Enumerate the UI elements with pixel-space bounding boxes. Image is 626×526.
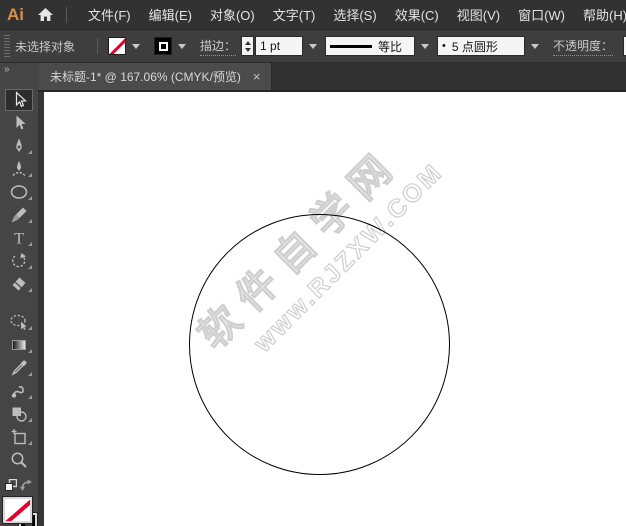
gradient-icon bbox=[10, 336, 28, 354]
chevron-down-icon bbox=[421, 44, 429, 49]
curvature-tool[interactable] bbox=[0, 157, 38, 180]
chevron-down-icon bbox=[531, 44, 539, 49]
chevron-down-icon bbox=[309, 44, 317, 49]
shape-builder-tool[interactable] bbox=[0, 402, 38, 425]
width-profile-value: 等比 bbox=[378, 38, 402, 55]
menu-view[interactable]: 视图(V) bbox=[448, 0, 509, 30]
shape-builder-icon bbox=[10, 405, 28, 423]
menu-object[interactable]: 对象(O) bbox=[201, 0, 264, 30]
eraser-icon bbox=[10, 275, 28, 293]
fill-dropdown-button[interactable] bbox=[128, 36, 144, 56]
selection-tool[interactable] bbox=[0, 88, 38, 111]
stroke-weight-input[interactable]: 1 pt bbox=[255, 36, 303, 56]
stroke-weight-label[interactable]: 描边： bbox=[200, 37, 236, 56]
stroke-weight-dropdown-button[interactable] bbox=[305, 36, 321, 56]
stroke-weight-stepper[interactable] bbox=[241, 36, 254, 56]
menu-window[interactable]: 窗口(W) bbox=[509, 0, 574, 30]
brush-definition-select[interactable]: • 5 点圆形 bbox=[437, 36, 525, 56]
paintbrush-tool[interactable] bbox=[0, 203, 38, 226]
eraser-tool[interactable] bbox=[0, 272, 38, 295]
paintbrush-icon bbox=[10, 206, 28, 224]
direct-selection-arrow-icon bbox=[10, 114, 28, 132]
eyedropper-tool[interactable] bbox=[0, 356, 38, 379]
lasso-selection-icon bbox=[9, 313, 29, 331]
default-fill-stroke-icon[interactable] bbox=[5, 479, 17, 491]
brush-dropdown-button[interactable] bbox=[527, 36, 543, 56]
no-fill-icon bbox=[109, 37, 126, 55]
fill-stroke-indicator bbox=[0, 493, 38, 526]
svg-text:T: T bbox=[14, 230, 24, 247]
brush-definition-value: 5 点圆形 bbox=[452, 38, 498, 55]
artboard-tool[interactable] bbox=[0, 425, 38, 448]
menubar-separator bbox=[66, 7, 67, 23]
eyedropper-icon bbox=[10, 359, 28, 377]
opacity-label[interactable]: 不透明度： bbox=[553, 37, 613, 56]
gradient-tool[interactable] bbox=[0, 333, 38, 356]
direct-selection-tool[interactable] bbox=[0, 111, 38, 134]
lasso-tool[interactable] bbox=[0, 310, 38, 333]
type-icon: T bbox=[10, 229, 28, 247]
fill-proxy-swatch[interactable] bbox=[3, 497, 32, 523]
pen-nib-icon bbox=[10, 137, 28, 155]
menu-help[interactable]: 帮助(H) bbox=[574, 0, 626, 30]
curvature-pen-icon bbox=[10, 160, 28, 178]
menu-file[interactable]: 文件(F) bbox=[79, 0, 140, 30]
controlbar-separator bbox=[97, 38, 98, 54]
swap-fill-stroke-icon[interactable] bbox=[20, 479, 33, 492]
artboard-canvas[interactable]: 软件自学网 www.RJZXW.COM bbox=[44, 92, 626, 526]
no-fill-icon bbox=[3, 497, 32, 523]
width-profile-dropdown-button[interactable] bbox=[417, 36, 433, 56]
app-logo: Ai bbox=[7, 5, 24, 25]
chevron-down-icon bbox=[178, 44, 186, 49]
control-bar: 未选择对象 描边： 1 pt 等比 • 5 点圆形 不透明度： 100% bbox=[0, 30, 626, 63]
stepper-up-icon bbox=[245, 41, 251, 45]
stepper-down-icon bbox=[245, 48, 251, 52]
tool-group-gap bbox=[0, 295, 38, 310]
rotate-icon bbox=[10, 252, 28, 270]
artboard-icon bbox=[10, 428, 28, 446]
type-tool[interactable]: T bbox=[0, 226, 38, 249]
ellipse-tool[interactable] bbox=[0, 180, 38, 203]
document-tab-title: 未标题-1* @ 167.06% (CMYK/预览) bbox=[50, 68, 241, 85]
blob-brush-tool[interactable] bbox=[0, 379, 38, 402]
uniform-profile-icon bbox=[330, 45, 372, 48]
stroke-dropdown-button[interactable] bbox=[174, 36, 190, 56]
zoom-tool[interactable] bbox=[0, 448, 38, 471]
home-button[interactable] bbox=[37, 7, 54, 22]
round-brush-icon: • bbox=[442, 41, 446, 52]
menu-select[interactable]: 选择(S) bbox=[324, 0, 385, 30]
tools-panel: » T bbox=[0, 63, 38, 526]
ellipse-icon bbox=[9, 183, 29, 201]
menu-edit[interactable]: 编辑(E) bbox=[140, 0, 201, 30]
home-icon bbox=[37, 7, 54, 22]
close-icon[interactable]: × bbox=[253, 70, 261, 83]
selection-status: 未选择对象 bbox=[15, 38, 97, 55]
fill-color-swatch[interactable] bbox=[108, 37, 126, 55]
stroke-frame-icon bbox=[159, 42, 168, 51]
menu-bar: Ai 文件(F) 编辑(E) 对象(O) 文字(T) 选择(S) 效果(C) 视… bbox=[0, 0, 626, 30]
menu-effect[interactable]: 效果(C) bbox=[386, 0, 448, 30]
stroke-color-swatch[interactable] bbox=[154, 37, 172, 55]
document-tab-bar: 未标题-1* @ 167.06% (CMYK/预览) × bbox=[38, 63, 626, 92]
panel-grip-icon[interactable] bbox=[4, 35, 10, 57]
rotate-tool[interactable] bbox=[0, 249, 38, 272]
menu-type[interactable]: 文字(T) bbox=[264, 0, 325, 30]
collapse-panel-icon[interactable]: » bbox=[0, 63, 38, 76]
width-profile-select[interactable]: 等比 bbox=[325, 36, 415, 56]
selection-arrow-icon bbox=[10, 91, 28, 109]
drawn-circle-shape[interactable] bbox=[189, 214, 450, 475]
zoom-icon bbox=[10, 451, 28, 469]
pen-tool[interactable] bbox=[0, 134, 38, 157]
blob-brush-icon bbox=[10, 382, 28, 400]
chevron-down-icon bbox=[132, 44, 140, 49]
active-tool-highlight bbox=[5, 89, 33, 111]
document-tab[interactable]: 未标题-1* @ 167.06% (CMYK/预览) × bbox=[38, 63, 272, 90]
